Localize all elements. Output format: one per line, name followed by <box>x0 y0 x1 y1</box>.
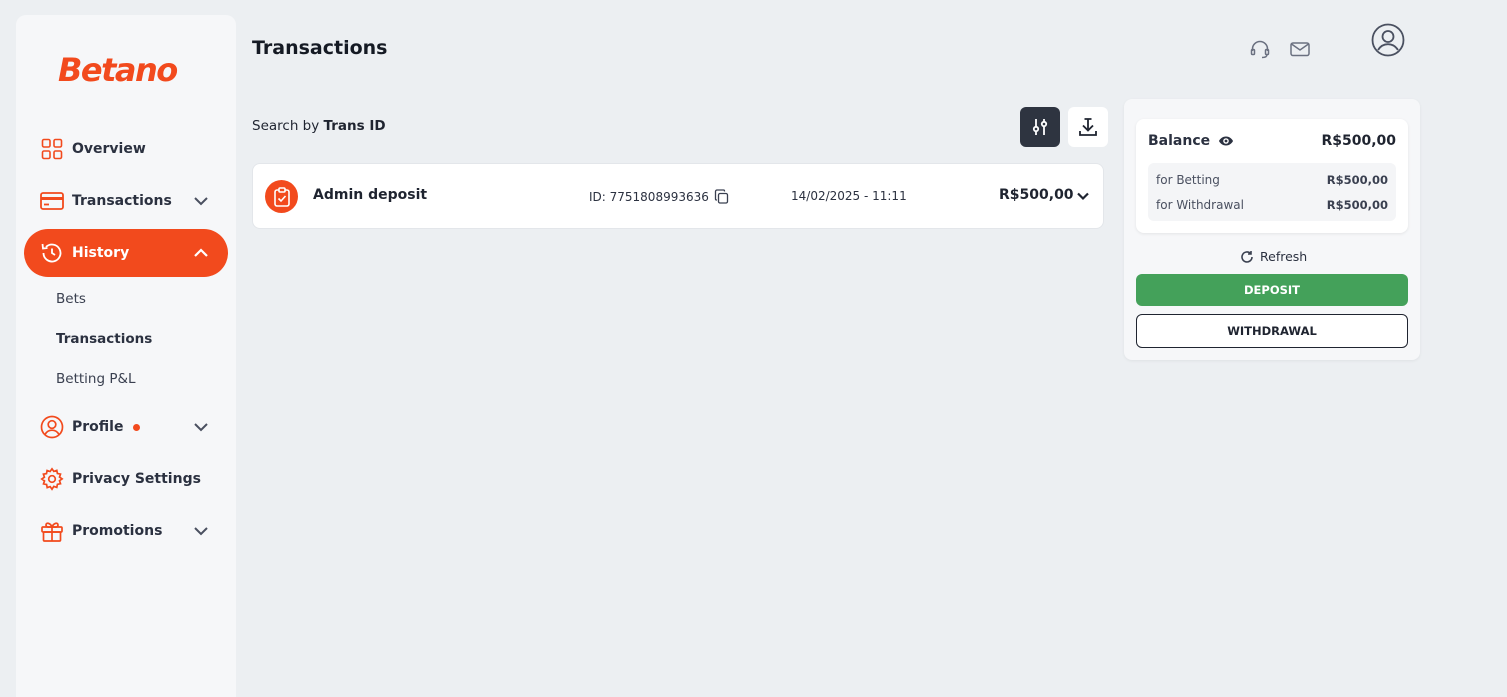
balance-label: Balance <box>1148 133 1234 149</box>
download-button[interactable] <box>1068 107 1108 147</box>
chevron-down-icon[interactable] <box>192 418 210 436</box>
refresh-label: Refresh <box>1260 249 1308 264</box>
headset-icon[interactable] <box>1248 37 1272 61</box>
download-icon <box>1079 118 1097 136</box>
sidebar-item-overview[interactable]: Overview <box>24 125 228 173</box>
transaction-title: Admin deposit <box>313 187 428 203</box>
chevron-up-icon[interactable] <box>192 244 210 262</box>
balance-withdrawal-label: for Withdrawal <box>1156 198 1244 212</box>
sidebar-item-transactions[interactable]: Transactions <box>24 177 228 225</box>
history-icon <box>40 241 64 265</box>
subnav-item-bets[interactable]: Bets <box>56 291 86 307</box>
balance-betting-value: R$500,00 <box>1326 173 1388 187</box>
user-circle-icon <box>40 415 64 439</box>
sidebar-item-label: Transactions <box>72 193 172 209</box>
search-by-label[interactable]: Search by Trans ID <box>252 118 386 134</box>
search-field-name: Trans ID <box>323 118 386 134</box>
balance-label-text: Balance <box>1148 133 1211 149</box>
balance-card: Balance R$500,00 for Betting R$500,00 fo… <box>1136 119 1408 233</box>
balance-panel: Balance R$500,00 for Betting R$500,00 fo… <box>1124 99 1420 360</box>
notification-dot <box>133 423 141 431</box>
subnav-item-betting-pl[interactable]: Betting P&L <box>56 371 136 387</box>
transaction-id: ID: 7751808993636 <box>589 189 729 204</box>
refresh-icon <box>1241 250 1253 263</box>
sidebar-item-label: History <box>72 245 130 261</box>
subnav-item-transactions[interactable]: Transactions <box>56 331 152 347</box>
sidebar: Betano Overview Transactions History Bet… <box>16 15 236 697</box>
search-prefix: Search by <box>252 118 324 134</box>
chevron-down-icon[interactable] <box>1075 188 1091 204</box>
filter-button[interactable] <box>1020 107 1060 147</box>
transaction-date: 14/02/2025 - 11:11 <box>791 189 907 203</box>
sidebar-item-promotions[interactable]: Promotions <box>24 507 228 555</box>
withdrawal-button[interactable]: WITHDRAWAL <box>1136 314 1408 348</box>
grid-icon <box>40 137 64 161</box>
balance-withdrawal-value: R$500,00 <box>1326 198 1388 212</box>
balance-breakdown: for Betting R$500,00 for Withdrawal R$50… <box>1148 163 1396 221</box>
sliders-icon <box>1032 119 1048 135</box>
eye-icon[interactable] <box>1218 133 1234 149</box>
transaction-id-text: ID: 7751808993636 <box>589 189 709 204</box>
sidebar-item-profile[interactable]: Profile <box>24 403 228 451</box>
balance-total: R$500,00 <box>1321 133 1396 149</box>
sidebar-item-label: Privacy Settings <box>72 471 201 487</box>
betano-logo[interactable]: Betano <box>58 51 178 89</box>
chevron-down-icon[interactable] <box>192 522 210 540</box>
page-title: Transactions <box>252 37 388 59</box>
sidebar-item-history[interactable]: History <box>24 229 228 277</box>
sidebar-item-privacy-settings[interactable]: Privacy Settings <box>24 455 228 503</box>
balance-betting-label: for Betting <box>1156 173 1220 187</box>
clipboard-check-icon <box>265 180 298 213</box>
deposit-button[interactable]: DEPOSIT <box>1136 274 1408 306</box>
mail-icon[interactable] <box>1288 37 1312 61</box>
chevron-down-icon[interactable] <box>192 192 210 210</box>
transaction-amount: R$500,00 <box>999 187 1074 203</box>
transaction-row[interactable]: Admin deposit ID: 7751808993636 14/02/20… <box>252 163 1104 229</box>
copy-icon[interactable] <box>714 189 729 204</box>
refresh-button[interactable]: Refresh <box>1240 249 1307 264</box>
card-icon <box>40 189 64 213</box>
sidebar-item-label: Profile <box>72 419 124 435</box>
gear-icon <box>40 467 64 491</box>
sidebar-item-label: Promotions <box>72 523 163 539</box>
account-icon[interactable] <box>1370 22 1406 58</box>
sidebar-item-label: Overview <box>72 141 146 157</box>
gift-icon <box>40 519 64 543</box>
